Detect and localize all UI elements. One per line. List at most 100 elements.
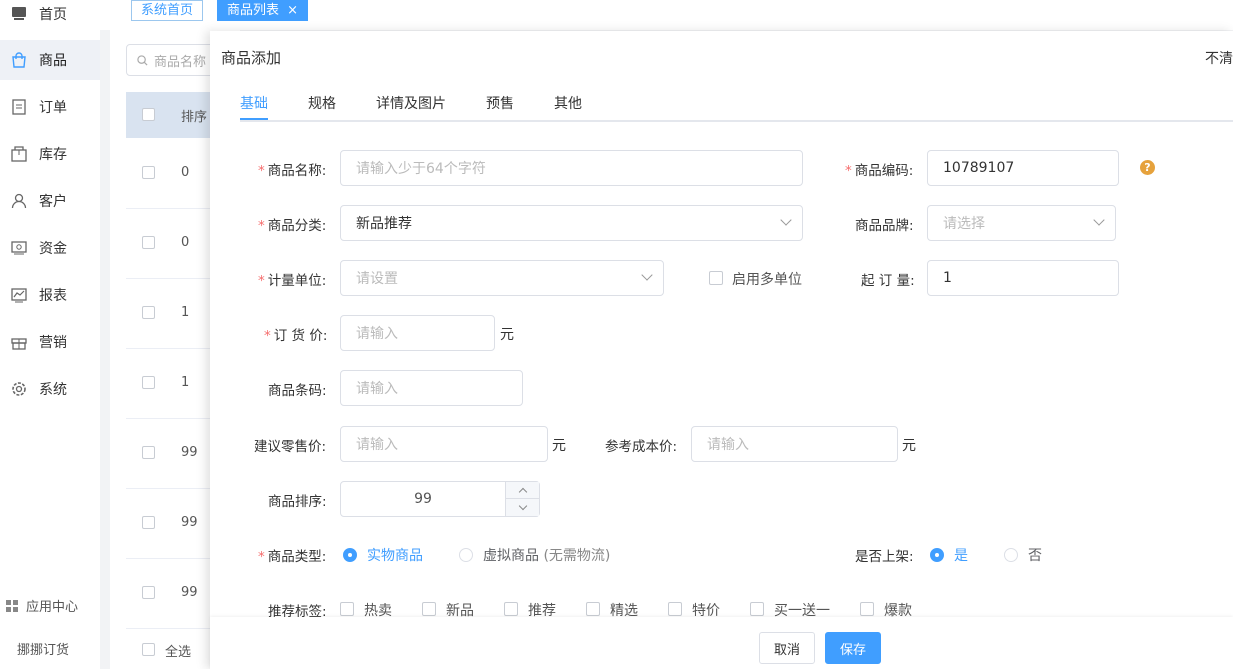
type-virtual-note: (无需物流) xyxy=(543,548,611,564)
sidebar-item-label: 商品 xyxy=(39,53,67,69)
app-center-link[interactable]: 应用中心 xyxy=(6,596,78,615)
search-placeholder: 商品名称 xyxy=(154,54,207,70)
order-price-label: * 订 货 价: xyxy=(264,328,328,344)
category-select[interactable]: 新品推荐 xyxy=(340,205,803,241)
tab-details-images[interactable]: 详情及图片 xyxy=(376,93,446,113)
sidebar-item-customers[interactable]: 客户 xyxy=(0,181,100,221)
tag-hot-checkbox[interactable] xyxy=(340,602,354,616)
help-icon[interactable]: ? xyxy=(1140,160,1155,175)
min-order-value: 1 xyxy=(943,270,952,286)
chart-icon xyxy=(10,286,28,304)
retail-price-label: 建议零售价: xyxy=(254,439,327,455)
row-checkbox[interactable] xyxy=(142,516,155,529)
row-checkbox[interactable] xyxy=(142,236,155,249)
gift-icon xyxy=(10,333,28,351)
row-checkbox[interactable] xyxy=(142,586,155,599)
drawer-header-action[interactable]: 不清 xyxy=(1205,48,1233,68)
cancel-button[interactable]: 取消 xyxy=(759,632,815,664)
required-mark: * xyxy=(258,163,265,179)
row-sort-value: 0 xyxy=(181,165,190,180)
sidebar-item-label: 报表 xyxy=(39,288,67,304)
row-checkbox[interactable] xyxy=(142,306,155,319)
tab-home[interactable]: 系统首页 xyxy=(131,0,204,21)
sidebar: 首页 商品 订单 库存 客户 资金 报表 营销 系统 应用中心 挪挪订货 xyxy=(0,0,100,669)
tab-goods-list[interactable]: 商品列表 × xyxy=(217,0,309,21)
min-order-input[interactable]: 1 xyxy=(927,260,1119,296)
brand-select[interactable]: 请选择 xyxy=(927,205,1116,241)
user-icon xyxy=(10,192,28,210)
brand-placeholder: 请选择 xyxy=(943,216,985,232)
tab-bar: 系统首页 商品列表 × xyxy=(100,0,1233,30)
chevron-down-icon xyxy=(641,269,653,281)
sort-stepper[interactable]: 99 xyxy=(340,481,540,517)
tab-other[interactable]: 其他 xyxy=(554,93,582,113)
retail-price-input[interactable]: 请输入 xyxy=(340,426,548,462)
row-divider xyxy=(126,348,216,349)
sidebar-item-reports[interactable]: 报表 xyxy=(0,275,100,315)
row-divider xyxy=(126,278,216,279)
goods-name-input[interactable]: 请输入少于64个字符 xyxy=(340,150,803,186)
tag-new-checkbox[interactable] xyxy=(422,602,436,616)
order-price-unit: 元 xyxy=(500,327,514,343)
on-shelf-label: 是否上架: xyxy=(855,549,914,565)
tab-basic[interactable]: 基础 xyxy=(240,93,268,113)
row-checkbox[interactable] xyxy=(142,166,155,179)
multi-unit-label: 启用多单位 xyxy=(732,272,802,288)
row-checkbox[interactable] xyxy=(142,376,155,389)
sidebar-item-funds[interactable]: 资金 xyxy=(0,228,100,268)
sidebar-item-label: 库存 xyxy=(39,147,67,163)
tab-presale[interactable]: 预售 xyxy=(486,93,514,113)
cost-price-placeholder: 请输入 xyxy=(707,437,749,453)
on-shelf-yes-radio[interactable] xyxy=(930,548,944,562)
search-icon xyxy=(137,54,148,66)
on-shelf-no-radio[interactable] xyxy=(1004,548,1018,562)
unit-label: * 计量单位: xyxy=(258,273,327,289)
order-price-placeholder: 请输入 xyxy=(356,326,398,342)
cost-price-input[interactable]: 请输入 xyxy=(691,426,898,462)
sidebar-item-label: 订单 xyxy=(39,100,67,116)
row-sort-value: 99 xyxy=(181,445,198,460)
cost-price-unit: 元 xyxy=(902,438,916,454)
sidebar-item-system[interactable]: 系统 xyxy=(0,369,100,409)
sidebar-item-inventory[interactable]: 库存 xyxy=(0,134,100,174)
on-shelf-no-label: 否 xyxy=(1028,548,1042,564)
sidebar-item-label: 首页 xyxy=(39,7,67,23)
tag-recommend-checkbox[interactable] xyxy=(504,602,518,616)
type-virtual-radio[interactable] xyxy=(459,548,473,562)
retail-price-placeholder: 请输入 xyxy=(356,437,398,453)
type-physical-radio[interactable] xyxy=(343,548,357,562)
sidebar-item-label: 资金 xyxy=(39,241,67,257)
sidebar-item-marketing[interactable]: 营销 xyxy=(0,322,100,362)
brand-label: 商品品牌: xyxy=(855,218,914,234)
type-virtual-label: 虚拟商品 (无需物流) xyxy=(483,548,611,564)
goods-name-placeholder: 请输入少于64个字符 xyxy=(356,161,486,177)
barcode-input[interactable]: 请输入 xyxy=(340,370,523,406)
close-icon[interactable]: × xyxy=(287,3,298,18)
unit-select[interactable]: 请设置 xyxy=(340,260,664,296)
multi-unit-checkbox[interactable] xyxy=(709,271,723,285)
required-mark: * xyxy=(258,218,265,234)
tag-bogo-checkbox[interactable] xyxy=(750,602,764,616)
cost-price-label: 参考成本价: xyxy=(605,439,678,455)
stepper-buttons xyxy=(505,482,539,516)
sidebar-item-orders[interactable]: 订单 xyxy=(0,87,100,127)
drawer-title: 商品添加 xyxy=(221,49,282,67)
chevron-down-icon xyxy=(518,501,527,511)
sidebar-item-home[interactable]: 首页 xyxy=(0,0,100,34)
sidebar-item-goods[interactable]: 商品 xyxy=(0,40,100,80)
row-divider xyxy=(126,208,216,209)
decrement-button[interactable] xyxy=(506,499,539,516)
increment-button[interactable] xyxy=(506,482,539,499)
tag-bestseller-checkbox[interactable] xyxy=(860,602,874,616)
row-checkbox[interactable] xyxy=(142,446,155,459)
tag-featured-checkbox[interactable] xyxy=(586,602,600,616)
brand-name: 挪挪订货 xyxy=(17,643,70,658)
select-all-checkbox[interactable] xyxy=(142,643,155,656)
tab-specs[interactable]: 规格 xyxy=(308,93,336,113)
header-checkbox[interactable] xyxy=(142,108,155,121)
order-price-input[interactable]: 请输入 xyxy=(340,315,495,351)
tag-special-price-checkbox[interactable] xyxy=(668,602,682,616)
save-button[interactable]: 保存 xyxy=(825,632,881,664)
goods-code-input[interactable]: 10789107 xyxy=(927,150,1119,186)
category-value: 新品推荐 xyxy=(356,216,412,232)
